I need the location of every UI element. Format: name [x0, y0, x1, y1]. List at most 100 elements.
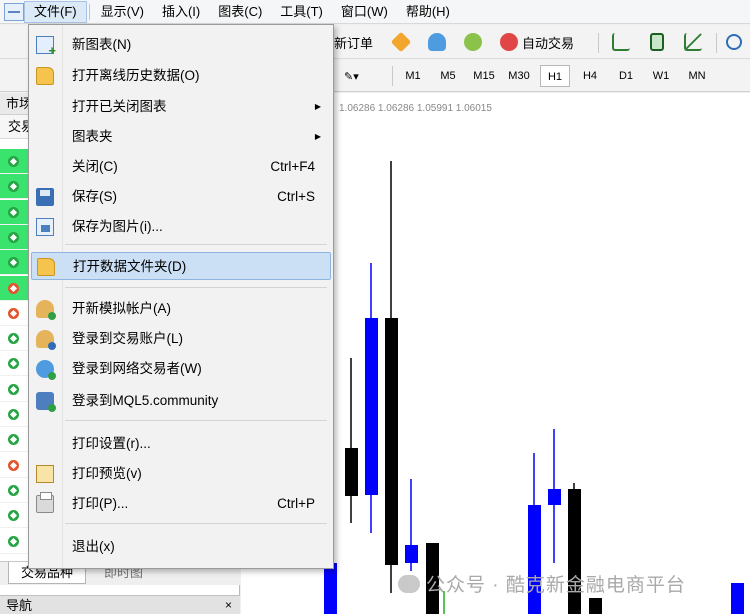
save-icon: [36, 188, 54, 206]
menu-item-label: 打印预览(v): [72, 466, 142, 481]
menu-separator: [65, 523, 327, 524]
menu-item-label: 保存(S): [72, 189, 117, 204]
list-item[interactable]: [0, 275, 28, 301]
list-item[interactable]: [0, 377, 28, 402]
candlestick-button[interactable]: [650, 30, 664, 54]
menu-separator: [65, 287, 327, 288]
auto-trading-icon: [500, 33, 518, 51]
new-order-button[interactable]: 新订单: [334, 30, 373, 54]
timeframe-h4[interactable]: H4: [575, 65, 605, 87]
history-center-button[interactable]: [390, 30, 412, 54]
menu-item-print[interactable]: 打印(P)... Ctrl+P: [31, 490, 331, 518]
menu-item-print-preview[interactable]: 打印预览(v): [31, 460, 331, 488]
bar-chart-button[interactable]: [612, 30, 630, 54]
menu-item-login-mql5[interactable]: 登录到MQL5.community: [31, 387, 331, 415]
timeframe-mn[interactable]: MN: [682, 65, 712, 87]
menu-charts[interactable]: 图表(C): [209, 1, 271, 23]
menu-item-open-offline[interactable]: 打开离线历史数据(O): [31, 62, 331, 90]
list-item[interactable]: [0, 326, 28, 352]
list-item[interactable]: [0, 224, 28, 250]
file-menu: 新图表(N) 打开离线历史数据(O) 打开已关闭图表 ▶ 图表夹 ▶ 关闭(C) Ctrl+F…: [28, 24, 334, 569]
navigator-label: 导航: [6, 598, 33, 613]
timeframe-m1[interactable]: M1: [398, 65, 428, 87]
menu-item-open-closed-charts[interactable]: 打开已关闭图表 ▶: [31, 93, 331, 121]
menu-item-login-trade-account[interactable]: 登录到交易账户(L): [31, 325, 331, 353]
arrow-up-icon: [8, 156, 19, 167]
bar-chart-icon: [612, 33, 630, 51]
candle-body: [528, 505, 541, 614]
new-order-label: 新订单: [334, 35, 374, 51]
arrow-up-icon: [8, 535, 19, 547]
candle-body: [365, 318, 378, 495]
menu-item-label: 打开离线历史数据(O): [72, 68, 200, 83]
candle-body: [548, 489, 561, 505]
timeframe-d1[interactable]: D1: [611, 65, 641, 87]
list-item[interactable]: [0, 529, 28, 554]
list-item[interactable]: [0, 301, 28, 326]
menu-tools[interactable]: 工具(T): [271, 1, 332, 23]
auto-trading-button[interactable]: 自动交易: [500, 30, 574, 54]
timeframe-m15[interactable]: M15: [469, 65, 499, 87]
list-item[interactable]: [0, 250, 28, 276]
objects-dropdown[interactable]: ✎▾: [344, 64, 359, 88]
list-item[interactable]: [0, 351, 28, 377]
zoom-in-button[interactable]: [726, 30, 742, 54]
menu-item-label: 图表夹: [72, 129, 113, 144]
menu-item-label: 保存为图片(i)...: [72, 219, 163, 234]
timeframe-w1[interactable]: W1: [646, 65, 676, 87]
timeframe-h1[interactable]: H1: [540, 65, 570, 87]
line-chart-button[interactable]: [684, 30, 702, 54]
menu-item-label: 关闭(C): [72, 159, 118, 174]
list-item[interactable]: [0, 453, 28, 478]
menu-item-open-data-folder[interactable]: 打开数据文件夹(D): [31, 252, 331, 280]
list-item[interactable]: [0, 149, 28, 174]
list-item[interactable]: [0, 478, 28, 503]
signals-button[interactable]: [464, 30, 482, 54]
watermark: 公众号 · 酷克新金融电商平台: [398, 570, 686, 597]
menu-item-shortcut: Ctrl+S: [277, 189, 315, 204]
menu-help[interactable]: 帮助(H): [397, 1, 459, 23]
arrow-up-icon: [8, 484, 19, 496]
chart-window-icon[interactable]: [4, 2, 24, 21]
menu-item-close[interactable]: 关闭(C) Ctrl+F4: [31, 153, 331, 181]
timeframe-m30[interactable]: M30: [504, 65, 534, 87]
menu-item-label: 退出(x): [72, 539, 115, 554]
list-item[interactable]: [0, 503, 28, 529]
new-chart-icon: [36, 36, 56, 58]
menu-item-save-as-picture[interactable]: 保存为图片(i)...: [31, 213, 331, 241]
menu-window[interactable]: 窗口(W): [332, 1, 397, 23]
list-item[interactable]: [0, 402, 28, 427]
menu-item-label: 新图表(N): [72, 37, 132, 52]
menu-separator: [65, 420, 327, 421]
cursor-icon: ✎▾: [344, 70, 359, 83]
print-preview-icon: [36, 465, 54, 483]
account-button[interactable]: [428, 30, 446, 54]
menu-item-open-demo-account[interactable]: 开新模拟帐户(A): [31, 295, 331, 323]
menu-item-print-setup[interactable]: 打印设置(r)...: [31, 430, 331, 458]
menu-item-new-chart[interactable]: 新图表(N): [31, 31, 331, 59]
candlestick-icon: [650, 33, 664, 51]
folder-icon: [36, 67, 54, 85]
menu-item-exit[interactable]: 退出(x): [31, 533, 331, 561]
mql5-icon: [36, 392, 56, 412]
submenu-arrow-icon: ▶: [314, 102, 321, 111]
candle-body: [324, 563, 337, 614]
close-icon[interactable]: ×: [225, 596, 232, 614]
candle-body: [731, 583, 744, 614]
arrow-up-icon: [8, 257, 19, 269]
menu-insert[interactable]: 插入(I): [153, 1, 209, 23]
menu-file[interactable]: 文件(F): [24, 0, 87, 23]
menu-item-save[interactable]: 保存(S) Ctrl+S: [31, 183, 331, 211]
menu-item-profiles[interactable]: 图表夹 ▶: [31, 123, 331, 151]
menu-item-login-web-trader[interactable]: 登录到网络交易者(W): [31, 355, 331, 383]
menu-item-label: 打开已关闭图表: [72, 99, 167, 114]
navigator-title: 导航 ×: [0, 595, 240, 614]
list-item[interactable]: [0, 199, 28, 225]
arrow-down-icon: [8, 307, 19, 319]
list-item[interactable]: [0, 427, 28, 453]
menu-item-shortcut: Ctrl+F4: [270, 159, 315, 174]
menu-view[interactable]: 显示(V): [92, 1, 153, 23]
printer-icon: [36, 492, 54, 513]
timeframe-m5[interactable]: M5: [433, 65, 463, 87]
list-item[interactable]: [0, 174, 28, 200]
